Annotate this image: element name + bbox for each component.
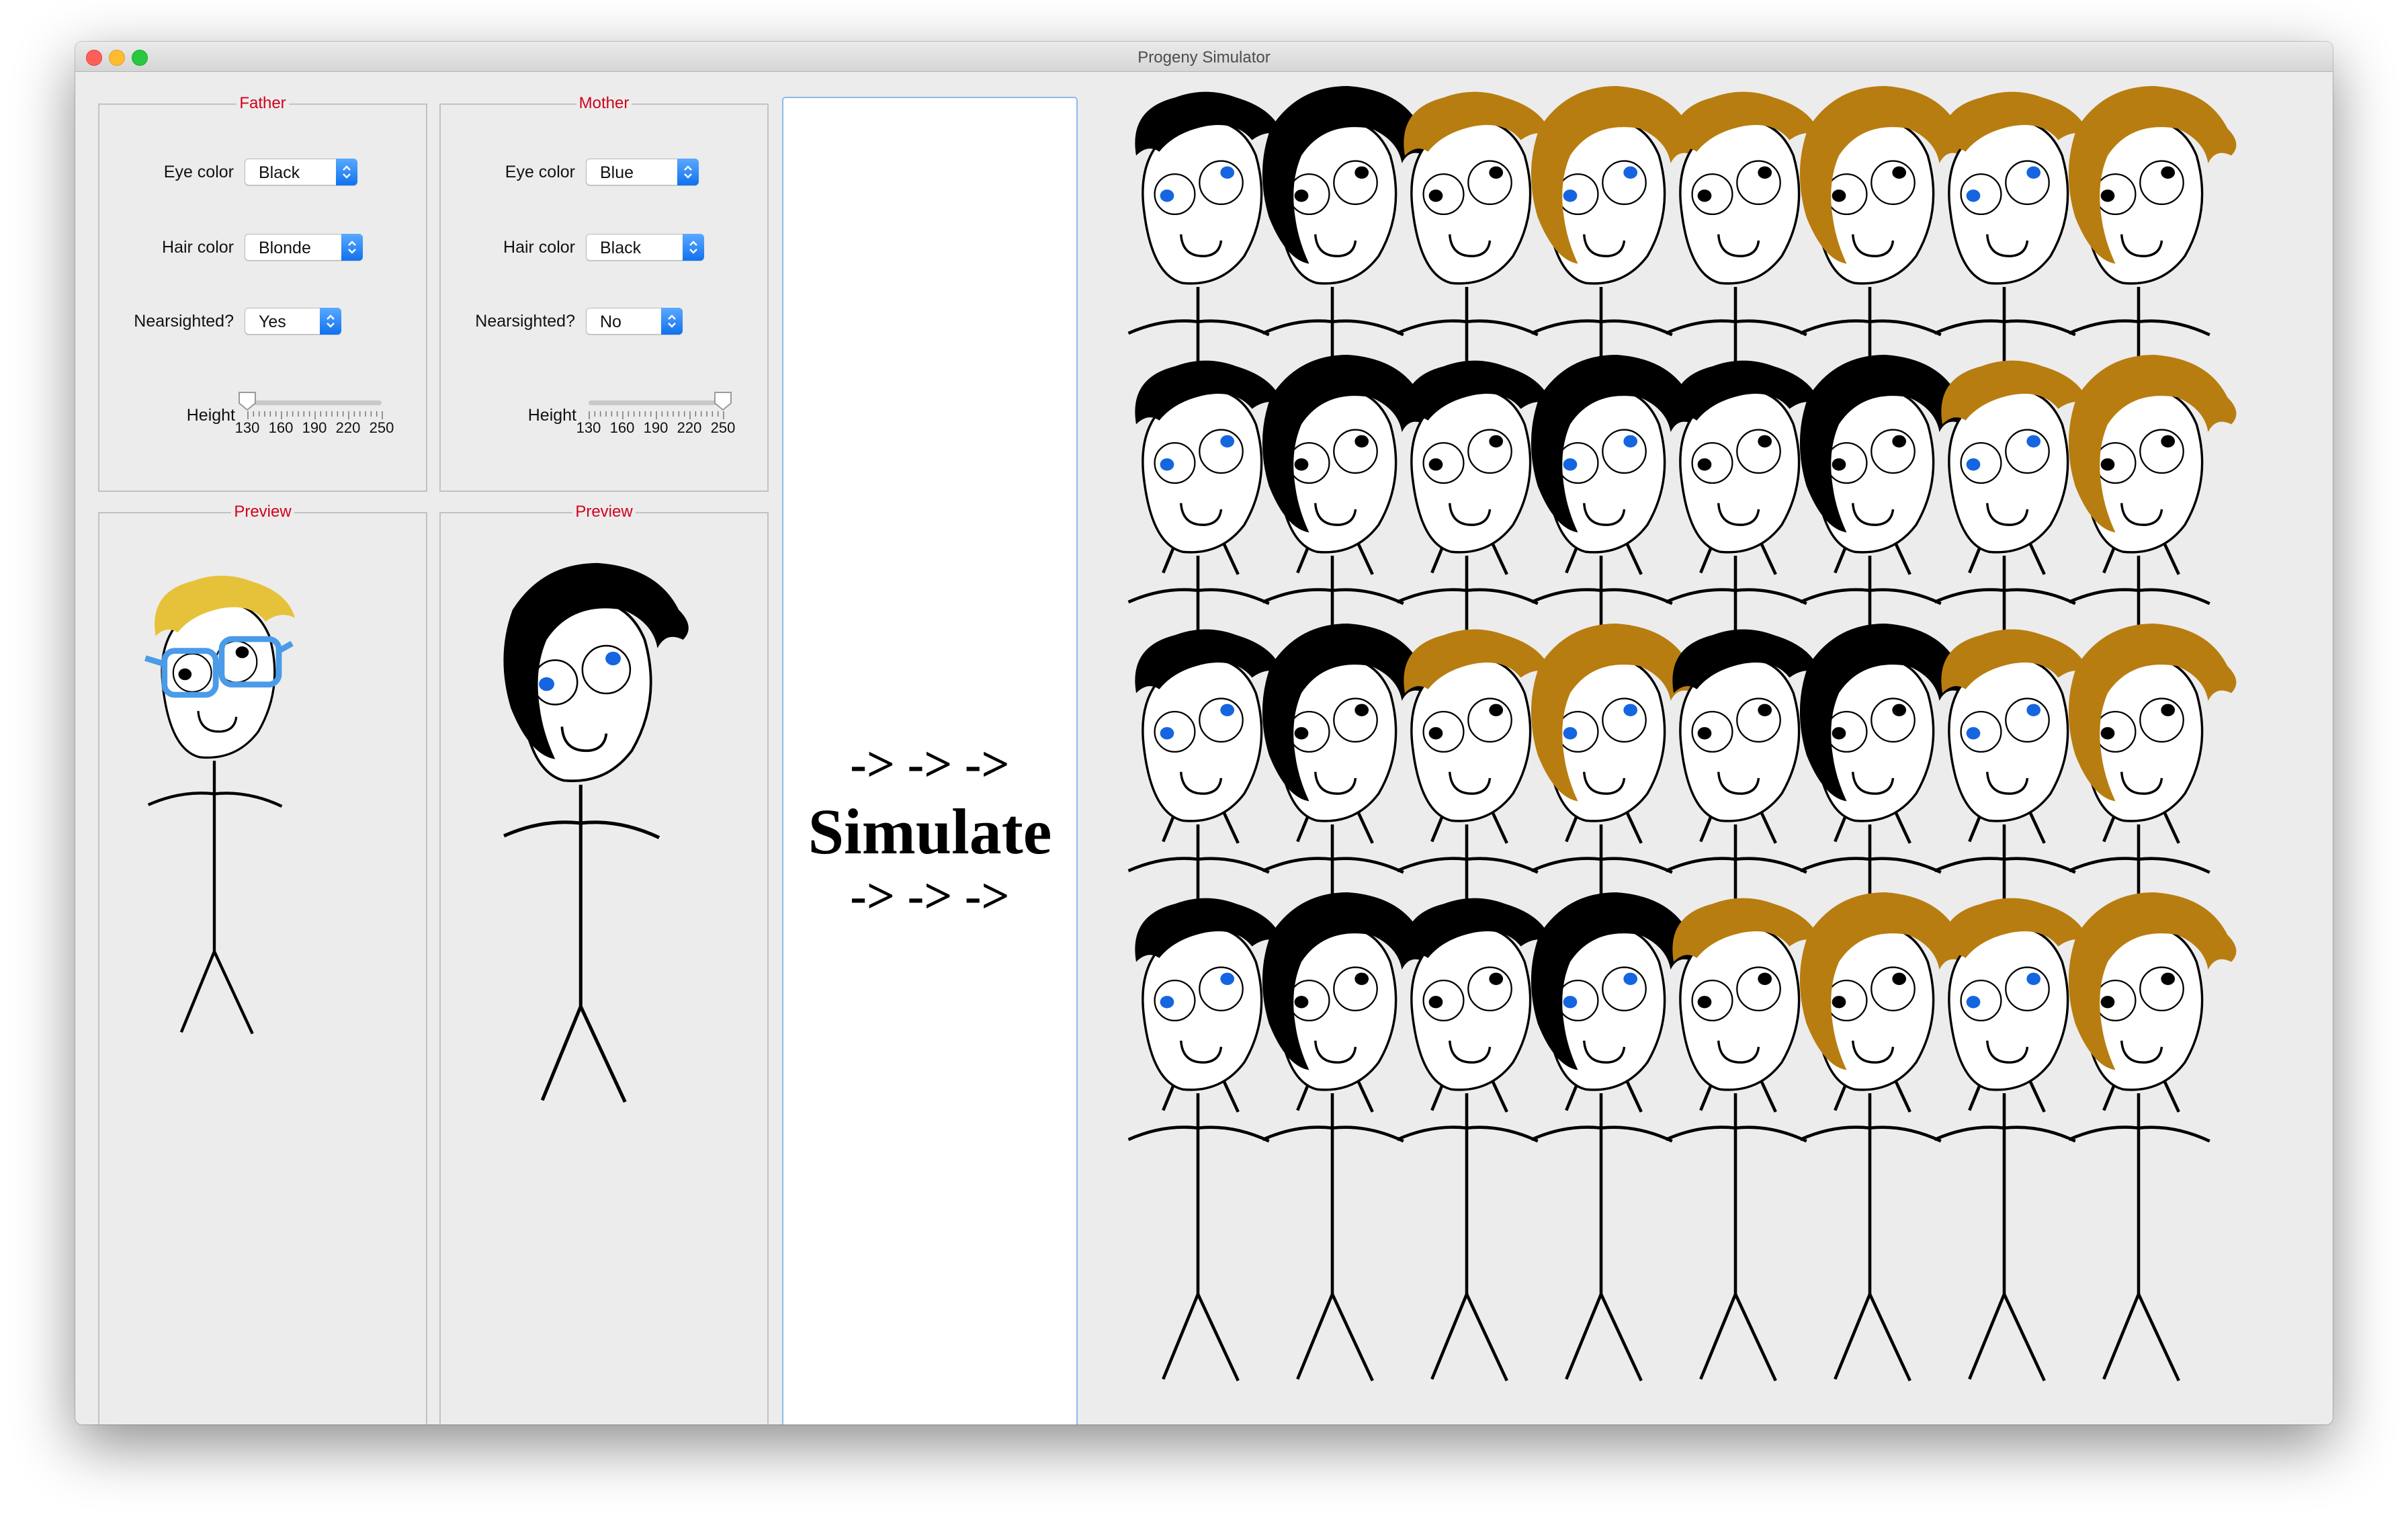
mother-preview-group: Preview xyxy=(439,503,769,1424)
title-bar: Progeny Simulator xyxy=(75,42,2333,72)
slider-tick-label: 190 xyxy=(643,419,669,436)
simulate-label: Simulate xyxy=(808,796,1052,867)
slider-tick-label: 160 xyxy=(609,419,635,436)
mother-eye-color-label: Eye color xyxy=(505,163,575,181)
father-eye-color-select[interactable]: Black xyxy=(245,159,357,185)
offspring-grid xyxy=(1127,86,2237,1381)
mother-group: Mother Eye color Blue Hair color Black N… xyxy=(439,94,769,492)
father-nearsighted-select[interactable]: Yes xyxy=(245,308,341,335)
slider-tick-label: 220 xyxy=(335,419,361,436)
chevron-updown-icon xyxy=(320,308,341,335)
mother-nearsighted-label: Nearsighted? xyxy=(475,312,575,331)
father-height-label: Height xyxy=(186,406,235,425)
slider-ticks xyxy=(589,411,724,419)
father-nearsighted-value: Yes xyxy=(259,312,286,331)
slider-ticks xyxy=(247,411,383,419)
offspring-canvas xyxy=(1110,82,2319,1412)
mother-eye-color-value: Blue xyxy=(600,163,634,182)
mother-hair-color-value: Black xyxy=(600,239,642,257)
chevron-updown-icon xyxy=(677,159,699,185)
mother-preview-title: Preview xyxy=(572,503,636,521)
mother-nearsighted-value: No xyxy=(600,312,621,331)
chevron-updown-icon xyxy=(341,234,363,261)
mother-hair-color-label: Hair color xyxy=(503,238,575,257)
slider-tick-label: 190 xyxy=(302,419,327,436)
chevron-updown-icon xyxy=(336,159,357,185)
chevron-updown-icon xyxy=(661,308,683,335)
father-group-title: Father xyxy=(236,94,289,112)
slider-tick-label: 160 xyxy=(268,419,294,436)
father-eye-color-label: Eye color xyxy=(163,163,234,181)
father-preview-group: Preview xyxy=(98,503,427,1424)
father-height-slider[interactable]: 130 160 190 220 250 xyxy=(235,391,394,438)
mother-nearsighted-select[interactable]: No xyxy=(586,308,683,335)
simulate-button[interactable]: -> -> -> Simulate -> -> -> xyxy=(782,97,1078,1424)
father-hair-color-select[interactable]: Blonde xyxy=(245,234,363,261)
slider-tick-label: 250 xyxy=(369,419,394,436)
mother-height-slider[interactable]: 130 160 190 220 250 xyxy=(576,391,735,438)
offspring-figure xyxy=(1665,898,1821,1381)
father-group: Father Eye color Black Hair color Blonde… xyxy=(98,94,427,492)
mother-height-label: Height xyxy=(527,406,576,425)
father-nearsighted-label: Nearsighted? xyxy=(134,312,234,331)
simulate-arrows-top: -> -> -> xyxy=(850,737,1010,792)
slider-tick-label: 130 xyxy=(234,419,260,436)
slider-thumb[interactable] xyxy=(238,391,257,411)
slider-thumb[interactable] xyxy=(714,391,732,411)
father-eye-color-value: Black xyxy=(259,163,300,182)
mother-group-title: Mother xyxy=(576,94,632,112)
offspring-figure xyxy=(1396,898,1552,1381)
mother-hair-color-select[interactable]: Black xyxy=(586,234,704,261)
simulate-arrows-bottom: -> -> -> xyxy=(850,869,1010,924)
offspring-figure xyxy=(1934,898,2090,1381)
offspring-figure xyxy=(2068,892,2237,1381)
window-title: Progeny Simulator xyxy=(1137,48,1271,67)
mother-preview-figure xyxy=(478,547,700,1128)
slider-tick-label: 250 xyxy=(710,419,736,436)
father-preview-figure xyxy=(126,556,317,1057)
mother-stick-figure xyxy=(503,562,689,1103)
app-window: Progeny Simulator Father Eye color Black… xyxy=(75,42,2333,1424)
slider-tick-label: 220 xyxy=(677,419,702,436)
father-stick-figure xyxy=(144,575,296,1035)
father-preview-title: Preview xyxy=(231,503,294,521)
father-hair-color-value: Blonde xyxy=(259,239,311,257)
mother-eye-color-select[interactable]: Blue xyxy=(586,159,699,185)
chevron-updown-icon xyxy=(683,234,704,261)
father-hair-color-label: Hair color xyxy=(162,238,234,257)
offspring-figure xyxy=(1127,898,1283,1381)
slider-tick-label: 130 xyxy=(576,419,601,436)
